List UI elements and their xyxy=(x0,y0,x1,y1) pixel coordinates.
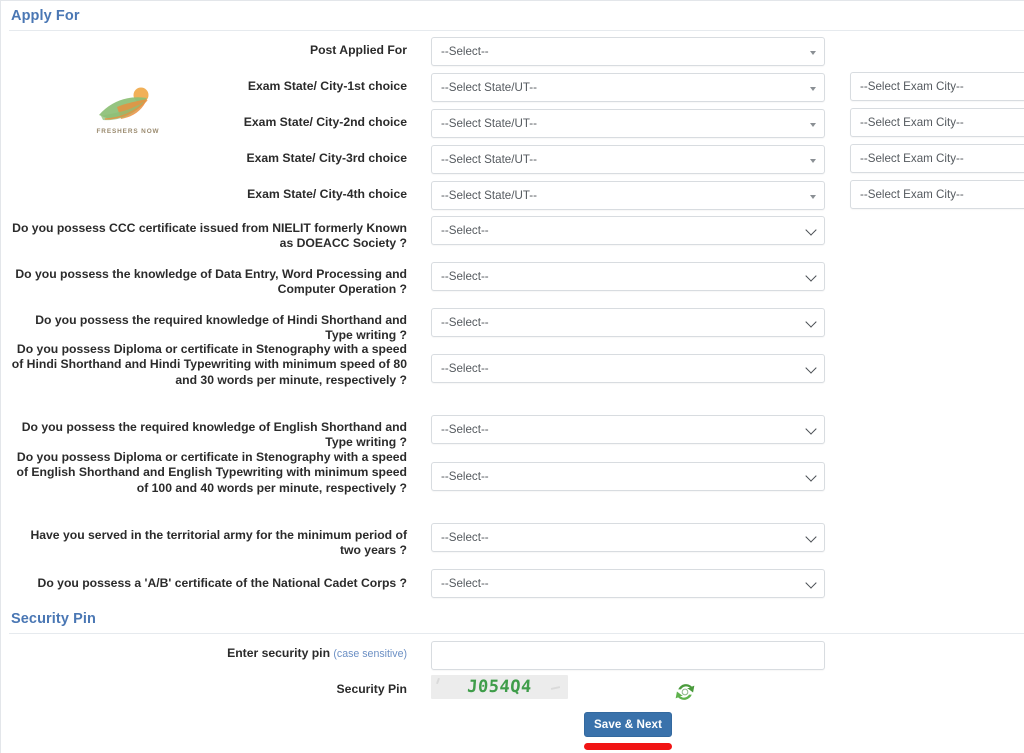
enter-security-pin-label: Enter security pin (case sensitive) xyxy=(7,646,407,662)
choice-row-label: Post Applied For xyxy=(309,43,407,57)
security-pin-label: Security Pin xyxy=(336,682,407,696)
state-select-value: --Select State/UT-- xyxy=(441,189,537,202)
question-label: Do you possess Diploma or certificate in… xyxy=(11,342,407,387)
captcha-image: J054Q4 xyxy=(431,675,568,699)
question-answer-select[interactable]: --Select-- xyxy=(431,308,825,337)
question-answer-value: --Select-- xyxy=(441,470,489,483)
refresh-icon xyxy=(675,684,695,700)
section-heading-apply-for: Apply For xyxy=(1,1,1024,31)
chevron-down-icon xyxy=(810,194,816,199)
exam-city-select[interactable]: --Select Exam City-- xyxy=(850,108,1024,137)
chevron-down-icon xyxy=(805,530,817,543)
save-and-next-label: Save & Next xyxy=(593,718,663,731)
question-label: Have you served in the territorial army … xyxy=(30,528,407,558)
state-select[interactable]: --Select State/UT-- xyxy=(431,145,825,174)
chevron-down-icon xyxy=(810,50,816,55)
chevron-down-icon xyxy=(805,361,817,374)
question-answer-select[interactable]: --Select-- xyxy=(431,216,825,245)
exam-city-select[interactable]: --Select Exam City-- xyxy=(850,72,1024,101)
enter-security-pin-label-text: Enter security pin xyxy=(227,646,331,660)
state-select-value: --Select-- xyxy=(441,45,489,58)
case-sensitive-note: (case sensitive) xyxy=(333,648,407,660)
choice-row-label: Exam State/ City-4th choice xyxy=(247,187,407,201)
exam-city-select[interactable]: --Select Exam City-- xyxy=(850,144,1024,173)
question-answer-value: --Select-- xyxy=(441,531,489,544)
question-answer-value: --Select-- xyxy=(441,577,489,590)
question-answer-select[interactable]: --Select-- xyxy=(431,262,825,291)
exam-city-select-value: --Select Exam City-- xyxy=(860,152,964,165)
chevron-down-icon xyxy=(805,422,817,435)
state-select-value: --Select State/UT-- xyxy=(441,153,537,166)
exam-city-select-value: --Select Exam City-- xyxy=(860,188,964,201)
highlight-underline xyxy=(584,743,672,750)
chevron-down-icon xyxy=(810,86,816,91)
question-answer-value: --Select-- xyxy=(441,362,489,375)
chevron-down-icon xyxy=(805,269,817,282)
state-select[interactable]: --Select State/UT-- xyxy=(431,109,825,138)
question-answer-select[interactable]: --Select-- xyxy=(431,523,825,552)
security-pin-title: Security Pin xyxy=(11,611,97,627)
save-and-next-button[interactable]: Save & Next xyxy=(584,712,672,737)
captcha-text: J054Q4 xyxy=(466,677,533,697)
security-pin-divider xyxy=(9,633,1024,634)
question-answer-select[interactable]: --Select-- xyxy=(431,569,825,598)
question-label: Do you possess Diploma or certificate in… xyxy=(16,450,407,495)
chevron-down-icon xyxy=(805,469,817,482)
refresh-captcha-icon[interactable] xyxy=(674,681,696,703)
question-answer-value: --Select-- xyxy=(441,224,489,237)
state-select[interactable]: --Select State/UT-- xyxy=(431,181,825,210)
choice-row-label: Exam State/ City-3rd choice xyxy=(246,151,407,165)
question-label: Do you possess the required knowledge of… xyxy=(21,420,407,450)
exam-city-select-value: --Select Exam City-- xyxy=(860,80,964,93)
question-label: Do you possess the required knowledge of… xyxy=(35,313,407,343)
question-answer-select[interactable]: --Select-- xyxy=(431,354,825,383)
chevron-down-icon xyxy=(805,576,817,589)
chevron-down-icon xyxy=(810,122,816,127)
exam-city-select[interactable]: --Select Exam City-- xyxy=(850,180,1024,209)
exam-city-select-value: --Select Exam City-- xyxy=(860,116,964,129)
choice-row-label: Exam State/ City-1st choice xyxy=(247,79,407,93)
question-answer-select[interactable]: --Select-- xyxy=(431,462,825,491)
question-answer-value: --Select-- xyxy=(441,270,489,283)
chevron-down-icon xyxy=(805,223,817,236)
question-label: Do you possess the knowledge of Data Ent… xyxy=(15,267,407,297)
apply-for-title: Apply For xyxy=(11,8,80,24)
apply-for-divider xyxy=(9,30,1024,31)
security-pin-input[interactable] xyxy=(431,641,825,670)
question-answer-select[interactable]: --Select-- xyxy=(431,415,825,444)
question-label: Do you possess a 'A/B' certificate of th… xyxy=(37,576,407,590)
question-answer-value: --Select-- xyxy=(441,316,489,329)
state-select[interactable]: --Select State/UT-- xyxy=(431,73,825,102)
chevron-down-icon xyxy=(805,315,817,328)
state-select[interactable]: --Select-- xyxy=(431,37,825,66)
state-select-value: --Select State/UT-- xyxy=(441,81,537,94)
section-heading-security-pin: Security Pin xyxy=(1,604,1024,634)
state-select-value: --Select State/UT-- xyxy=(441,117,537,130)
question-answer-value: --Select-- xyxy=(441,423,489,436)
choice-row-label: Exam State/ City-2nd choice xyxy=(243,115,407,129)
question-label: Do you possess CCC certificate issued fr… xyxy=(12,221,407,251)
chevron-down-icon xyxy=(810,158,816,163)
application-form-page: Apply For FRESHERS NOW Post Applied For -… xyxy=(0,0,1024,753)
